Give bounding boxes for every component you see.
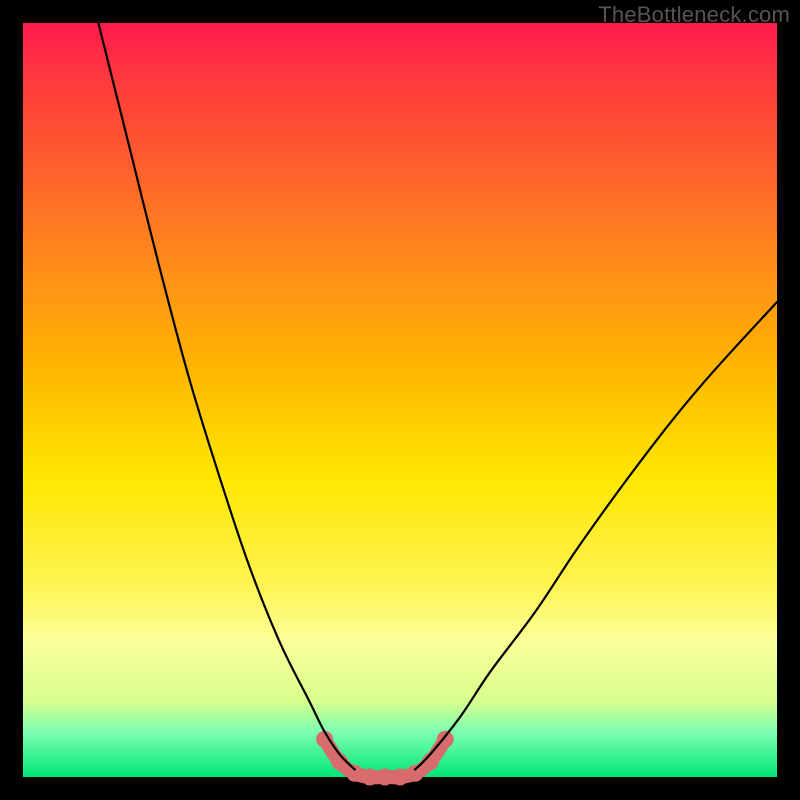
chart-gradient-area [23,23,777,777]
valley-dot [407,765,424,782]
right-curve [415,302,777,769]
valley-dot [346,765,363,782]
valley-dot [376,769,393,786]
valley-dot [361,769,378,786]
valley-dots [316,731,454,786]
curve-plot [23,23,777,777]
left-curve [98,23,354,769]
watermark-text: TheBottleneck.com [598,2,790,28]
valley-dot [392,769,409,786]
